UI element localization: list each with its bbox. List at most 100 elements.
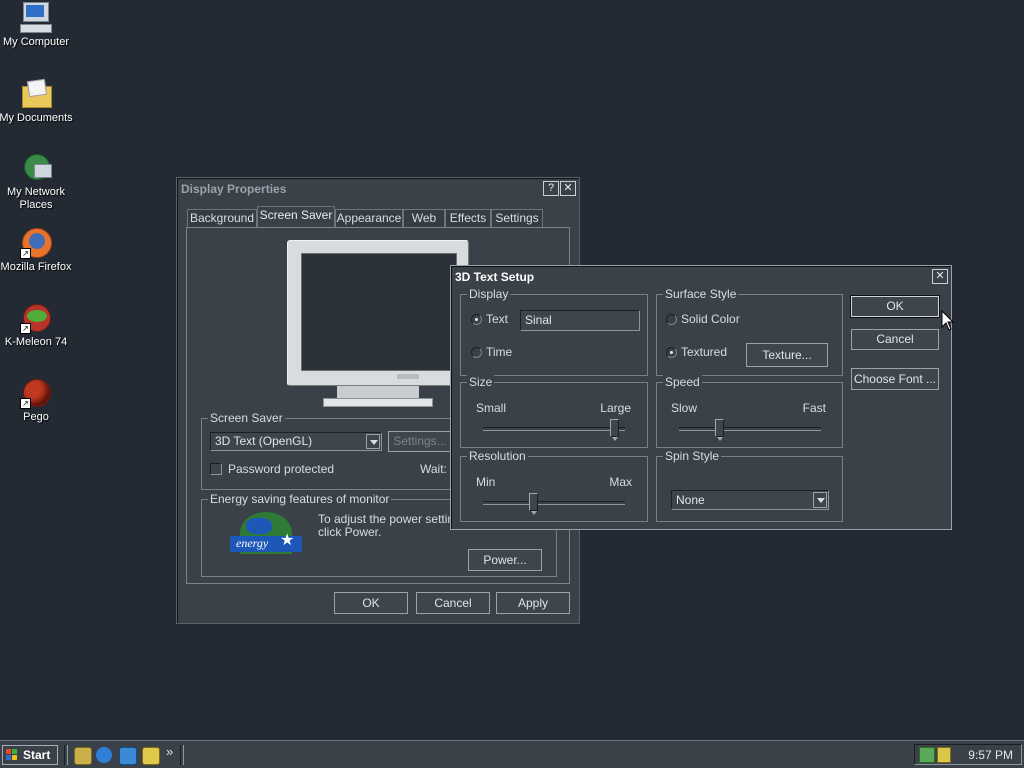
desktop-icon-label: My Network Places (6, 186, 66, 211)
text-input-value: Sinal (525, 313, 552, 327)
wait-label: Wait: (420, 462, 447, 476)
group-label: Surface Style (663, 287, 739, 301)
quick-launch-separator (64, 745, 68, 765)
desktop-icon-label: My Documents (0, 112, 73, 124)
time-radio[interactable] (471, 347, 482, 358)
network-tray-icon[interactable] (919, 747, 935, 763)
spin-style-group: Spin Style None (656, 449, 843, 522)
monitor-preview (287, 240, 469, 415)
star-icon: ★ (280, 532, 295, 549)
energy-text-line-1: To adjust the power settings (318, 512, 467, 526)
surface-style-group: Surface Style Solid Color Textured Textu… (656, 287, 843, 376)
ok-button[interactable]: OK (850, 295, 940, 318)
show-desktop-icon[interactable] (74, 747, 92, 765)
desktop-icon-k-meleon[interactable]: ↗ K-Meleon 74 (0, 302, 74, 349)
desktop-icon-label: Pego (23, 411, 49, 423)
start-label: Start (23, 748, 51, 762)
tab-strip: Background Screen Saver Appearance Web E… (187, 206, 577, 227)
monitor-screen (301, 253, 457, 371)
title-bar[interactable]: 3D Text Setup ✕ (453, 268, 949, 286)
apply-button[interactable]: Apply (496, 592, 570, 614)
system-tray: 9:57 PM (914, 744, 1022, 765)
resolution-group: Resolution Min Max (460, 449, 648, 522)
shortcut-arrow-icon: ↗ (20, 323, 31, 334)
energy-logo-text: energy (236, 536, 269, 550)
resolution-slider-thumb[interactable] (528, 493, 538, 515)
power-button[interactable]: Power... (468, 549, 542, 571)
desktop-icon-my-documents[interactable]: My Documents (0, 78, 74, 125)
3d-text-setup-dialog: 3D Text Setup ✕ Display Text Sinal Time … (450, 265, 952, 530)
size-max-label: Large (600, 401, 631, 415)
energy-star-logo: energy ★ (230, 512, 302, 554)
desktop-icon-my-network-places[interactable]: My Network Places (0, 152, 74, 212)
text-input[interactable]: Sinal (520, 310, 640, 331)
windows-logo-icon (6, 749, 18, 761)
tab-web[interactable]: Web (403, 209, 445, 227)
choose-font-button[interactable]: Choose Font ... (851, 368, 939, 390)
size-slider-track[interactable] (483, 427, 625, 431)
tab-appearance[interactable]: Appearance (335, 209, 403, 227)
speed-min-label: Slow (671, 401, 698, 415)
mouse-pointer-icon (941, 310, 955, 331)
group-label: Speed (663, 375, 702, 389)
solid-color-radio[interactable] (666, 314, 677, 325)
k-meleon-icon: ↗ (20, 302, 52, 334)
resolution-slider-track[interactable] (483, 501, 625, 505)
group-label: Size (467, 375, 495, 389)
settings-button[interactable]: Settings... (388, 431, 452, 452)
speed-max-label: Fast (802, 401, 826, 415)
desktop-icon-label: My Computer (2, 36, 70, 48)
tab-settings[interactable]: Settings (491, 209, 543, 227)
clock[interactable]: 9:57 PM (968, 748, 1013, 762)
group-label: Screen Saver (208, 411, 285, 425)
network-globe-icon (20, 152, 52, 184)
windows-media-icon[interactable] (142, 747, 160, 765)
cancel-button[interactable]: Cancel (851, 329, 939, 350)
close-button[interactable]: ✕ (560, 181, 576, 196)
quick-launch-more[interactable]: » (166, 744, 173, 759)
taskbar: Start » 9:57 PM (0, 740, 1024, 768)
textured-label: Textured (681, 345, 728, 359)
volume-tray-icon[interactable] (937, 747, 951, 763)
group-label: Resolution (467, 449, 528, 463)
desktop-icon-mozilla-firefox[interactable]: ↗ Mozilla Firefox (0, 227, 74, 274)
size-group: Size Small Large (460, 375, 648, 448)
tab-effects[interactable]: Effects (445, 209, 491, 227)
text-radio-label: Text (486, 312, 509, 326)
text-radio[interactable] (471, 314, 482, 325)
folder-documents-icon (20, 78, 52, 110)
resolution-min-label: Min (476, 475, 496, 489)
spin-style-select[interactable]: None (671, 490, 829, 510)
desktop-icon-my-computer[interactable]: My Computer (0, 2, 74, 49)
speed-slider-thumb[interactable] (714, 419, 724, 441)
group-label: Energy saving features of monitor (208, 492, 392, 506)
resolution-max-label: Max (609, 475, 632, 489)
internet-explorer-icon[interactable] (96, 747, 112, 763)
start-button[interactable]: Start (2, 745, 58, 765)
speed-slider-track[interactable] (679, 427, 821, 431)
computer-icon (20, 2, 52, 34)
size-min-label: Small (476, 401, 507, 415)
help-button[interactable]: ? (543, 181, 559, 196)
ok-button[interactable]: OK (334, 592, 408, 614)
close-button[interactable]: ✕ (932, 269, 948, 284)
chevron-down-icon[interactable] (366, 434, 380, 449)
cancel-button[interactable]: Cancel (416, 592, 490, 614)
tab-background[interactable]: Background (187, 209, 257, 227)
shortcut-arrow-icon: ↗ (20, 398, 31, 409)
solid-color-label: Solid Color (681, 312, 740, 326)
texture-button[interactable]: Texture... (746, 343, 828, 367)
shortcut-arrow-icon: ↗ (20, 248, 31, 259)
desktop-icon-pego[interactable]: ↗ Pego (0, 377, 74, 424)
password-protected-label: Password protected (228, 462, 335, 476)
title-bar[interactable]: Display Properties ? ✕ (179, 180, 577, 198)
screen-saver-select[interactable]: 3D Text (OpenGL) (210, 432, 382, 451)
outlook-express-icon[interactable] (119, 747, 137, 765)
password-protected-checkbox[interactable] (210, 463, 222, 475)
desktop-icon-label: Mozilla Firefox (0, 261, 72, 273)
tab-screen-saver[interactable]: Screen Saver (257, 206, 335, 227)
pego-icon: ↗ (20, 377, 52, 409)
textured-radio[interactable] (666, 347, 677, 358)
chevron-down-icon[interactable] (813, 492, 827, 508)
size-slider-thumb[interactable] (609, 419, 619, 441)
